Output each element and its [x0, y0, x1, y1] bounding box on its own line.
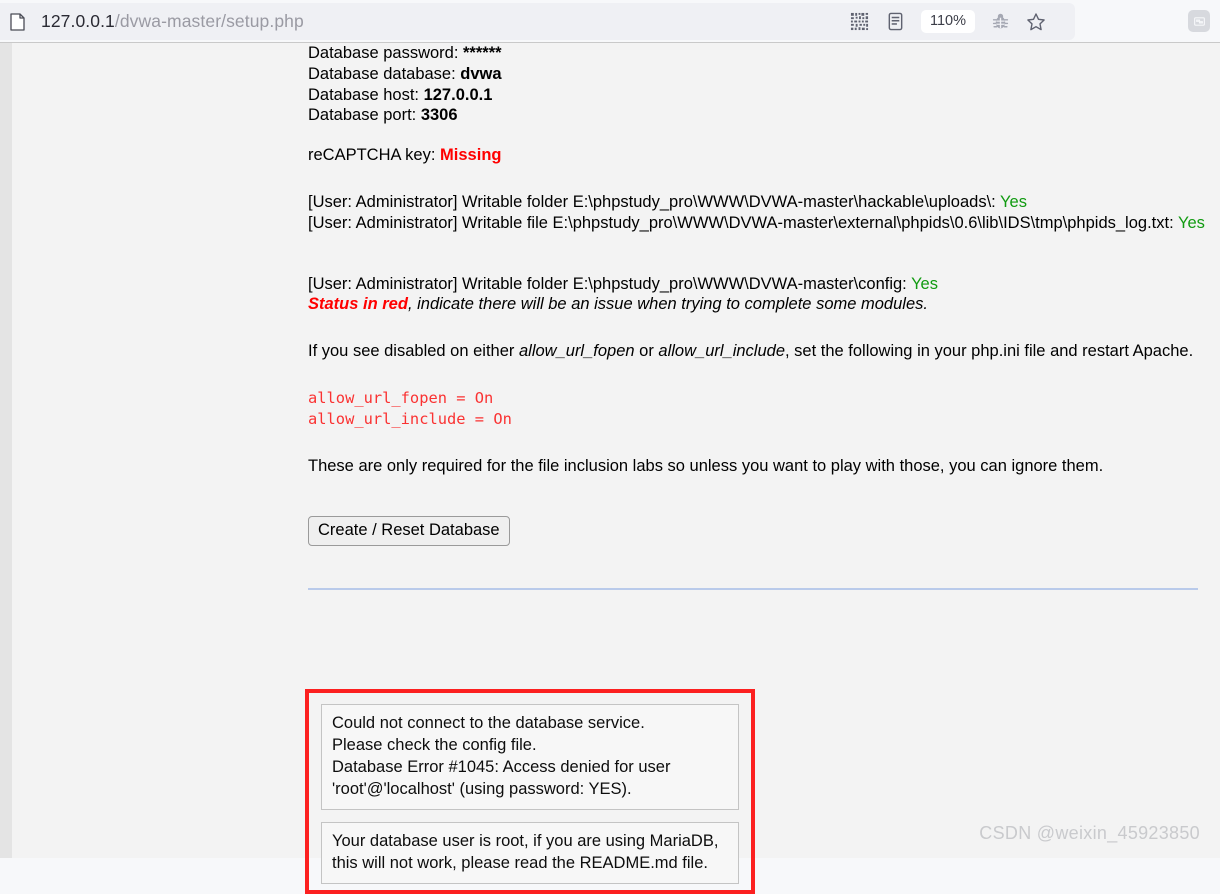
page-viewport: Database password: ****** Database datab…	[0, 42, 1220, 894]
status-red-note: Status in red, indicate there will be an…	[308, 294, 1208, 315]
writable-config-status: Yes	[911, 274, 938, 293]
url-path: /dvwa-master/setup.php	[114, 11, 304, 31]
address-bar[interactable]: 127.0.0.1/dvwa-master/setup.php 110%	[0, 3, 1075, 40]
recaptcha-line: reCAPTCHA key: Missing	[308, 145, 1208, 166]
status-red-emphasis: Status in red	[308, 295, 408, 314]
qr-code-icon[interactable]	[849, 10, 871, 34]
browser-toolbar: 127.0.0.1/dvwa-master/setup.php 110%	[0, 0, 1220, 42]
zoom-level-badge[interactable]: 110%	[920, 10, 975, 33]
error-highlight-annotation: Could not connect to the database servic…	[305, 689, 755, 894]
bookmark-star-icon[interactable]	[1025, 10, 1047, 34]
allow-url-fopen-em: allow_url_fopen	[518, 342, 635, 361]
writable-config-path: [User: Administrator] Writable folder E:…	[308, 274, 912, 293]
bug-icon[interactable]	[989, 10, 1011, 34]
db-host-line: Database host: 127.0.0.1	[308, 85, 1208, 106]
db-host-value: 127.0.0.1	[423, 85, 493, 104]
db-port-value: 3306	[420, 106, 458, 125]
file-inclusion-note: These are only required for the file inc…	[308, 456, 1104, 475]
status-red-text: , indicate there will be an issue when t…	[407, 295, 928, 314]
db-password-line: Database password: ******	[308, 43, 1208, 64]
writable-phpids-line: [User: Administrator] Writable file E:\p…	[308, 213, 1208, 234]
allow-url-include-em: allow_url_include	[658, 342, 785, 361]
section-divider	[308, 587, 1198, 590]
writable-uploads-line: [User: Administrator] Writable folder E:…	[308, 192, 1208, 213]
writable-uploads-path: [User: Administrator] Writable folder E:…	[308, 192, 1001, 211]
db-database-label: Database database:	[308, 64, 461, 83]
db-database-value: dvwa	[460, 64, 502, 83]
mariadb-warning-card: Your database user is root, if you are u…	[321, 822, 739, 884]
extension-icon[interactable]	[1188, 10, 1210, 32]
db-database-line: Database database: dvwa	[308, 64, 1208, 85]
page-left-gutter	[0, 43, 12, 858]
recaptcha-label: reCAPTCHA key:	[308, 146, 441, 165]
toolbar-icon-group: 110%	[849, 3, 1047, 40]
php-ini-settings-code: allow_url_fopen = On allow_url_include =…	[308, 388, 512, 428]
allow-url-text-3: , set the following in your php.ini file…	[785, 342, 1194, 361]
db-port-label: Database port:	[308, 106, 421, 125]
database-connection-error-card: Could not connect to the database servic…	[321, 704, 739, 810]
db-port-line: Database port: 3306	[308, 105, 1208, 126]
url-text: 127.0.0.1/dvwa-master/setup.php	[41, 11, 304, 32]
watermark-text: CSDN @weixin_45923850	[979, 823, 1200, 843]
allow-url-text-2: or	[634, 342, 659, 361]
setup-content: Database password: ****** Database datab…	[308, 43, 1208, 590]
writable-config-line: [User: Administrator] Writable folder E:…	[308, 274, 1208, 295]
reader-view-icon[interactable]	[885, 10, 907, 34]
allow-url-text-1: If you see disabled on either	[308, 342, 519, 361]
recaptcha-status: Missing	[440, 146, 502, 165]
db-password-value: ******	[463, 44, 502, 62]
create-reset-database-button[interactable]: Create / Reset Database	[308, 516, 510, 546]
allow-url-paragraph: If you see disabled on either allow_url_…	[308, 341, 1208, 362]
db-password-label: Database password:	[308, 44, 464, 62]
writable-uploads-status: Yes	[1000, 192, 1027, 211]
writable-phpids-path: [User: Administrator] Writable file E:\p…	[308, 213, 1178, 232]
db-host-label: Database host:	[308, 85, 424, 104]
writable-phpids-status: Yes	[1177, 213, 1205, 232]
url-host: 127.0.0.1	[41, 11, 115, 31]
page-icon	[10, 12, 25, 31]
